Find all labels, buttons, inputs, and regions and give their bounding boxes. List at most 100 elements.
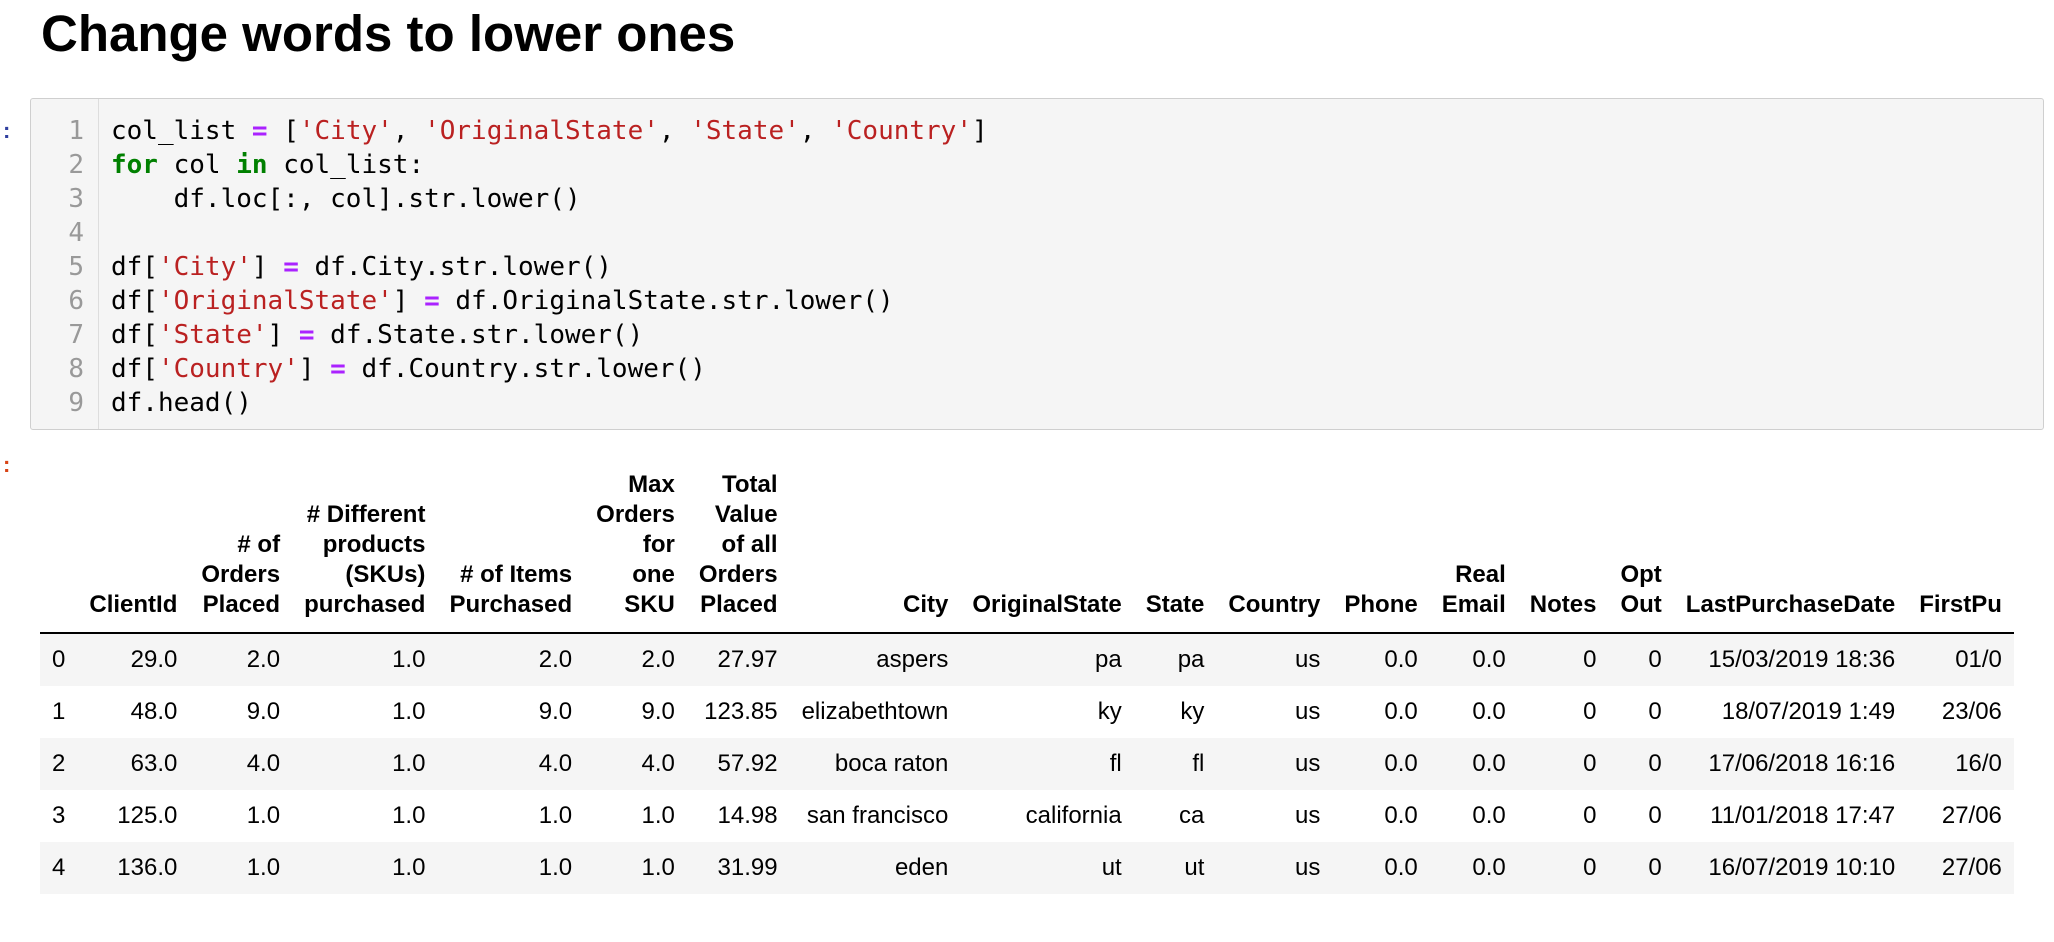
column-header: # of Orders Placed bbox=[189, 470, 293, 634]
column-header-text: FirstPu bbox=[1919, 591, 2002, 618]
column-header-text: OriginalState bbox=[972, 591, 1122, 618]
table-cell: 2.0 bbox=[538, 646, 573, 673]
column-header-text: Phone bbox=[1344, 591, 1418, 618]
column-header-text: # of Items bbox=[460, 561, 573, 588]
table-row: 1 48.0 9.0 1.0 9.0 9.0 123.85 elizabethtown ky ky… bbox=[40, 686, 2014, 738]
column-header: LastPurchaseDate bbox=[1673, 470, 1908, 634]
code-editor[interactable]: col_list = ['City', 'OriginalState', 'St… bbox=[111, 114, 988, 420]
column-header-text: Placed bbox=[700, 591, 778, 618]
column-header: State bbox=[1133, 470, 1217, 634]
table-cell: boca raton bbox=[834, 750, 949, 777]
code-token: = bbox=[251, 116, 268, 146]
column-header: Max Orders for one SKU bbox=[584, 470, 687, 634]
column-header-text: purchased bbox=[304, 591, 426, 618]
row-index: 0 bbox=[52, 646, 66, 673]
code-token: df[ bbox=[111, 354, 158, 384]
column-header-text: Email bbox=[1441, 591, 1506, 618]
column-header-text: Orders bbox=[698, 561, 778, 588]
row-index: 3 bbox=[52, 802, 66, 829]
code-token: ] bbox=[267, 320, 299, 350]
table-cell: fl bbox=[1192, 750, 1205, 777]
dataframe-output: ClientId # of Orders Placed # Different produ… bbox=[40, 470, 2034, 910]
table-cell: 0.0 bbox=[1472, 698, 1506, 725]
column-header: ClientId bbox=[77, 470, 190, 634]
code-line: df.head() bbox=[111, 386, 988, 420]
table-cell: 1.0 bbox=[392, 750, 426, 777]
column-header: OriginalState bbox=[960, 470, 1134, 634]
column-header-text: one bbox=[632, 561, 675, 588]
code-token: 'State' bbox=[157, 320, 268, 350]
row-index: 4 bbox=[52, 854, 66, 881]
table-cell: 0 bbox=[1648, 646, 1662, 673]
table-cell: 1.0 bbox=[246, 802, 281, 829]
column-header-text: # of bbox=[237, 531, 281, 558]
table-cell: 16/07/2019 10:10 bbox=[1708, 854, 1896, 881]
column-header-text: Total bbox=[722, 471, 778, 498]
table-cell: pa bbox=[1095, 646, 1122, 673]
column-header-text: Purchased bbox=[449, 591, 573, 618]
table-cell: 9.0 bbox=[641, 698, 675, 725]
table-cell: 29.0 bbox=[130, 646, 178, 673]
table-cell: 0.0 bbox=[1384, 802, 1418, 829]
table-cell: 125.0 bbox=[117, 802, 178, 829]
table-cell: 0.0 bbox=[1472, 750, 1506, 777]
table-cell: 4.0 bbox=[538, 750, 573, 777]
column-header-text: State bbox=[1145, 591, 1205, 618]
table-row: 2 63.0 4.0 1.0 4.0 4.0 57.92 boca raton fl fl us 0.… bbox=[40, 738, 2014, 790]
code-cell[interactable]: 123456789 col_list = ['City', 'OriginalS… bbox=[30, 98, 2044, 430]
code-token: = bbox=[283, 252, 299, 282]
column-header: FirstPu bbox=[1907, 470, 2014, 634]
column-header-text: Opt bbox=[1620, 561, 1662, 588]
code-token: = bbox=[424, 286, 440, 316]
column-header: City bbox=[789, 470, 961, 634]
code-token: col_list bbox=[111, 116, 252, 146]
code-token: 'City' bbox=[298, 116, 393, 146]
table-cell: 0 bbox=[1583, 750, 1597, 777]
table-cell: elizabethtown bbox=[801, 698, 949, 725]
table-row: 3 125.0 1.0 1.0 1.0 1.0 14.98 san francisco cali… bbox=[40, 790, 2014, 842]
table-cell: 1.0 bbox=[392, 646, 426, 673]
line-number: 6 bbox=[68, 286, 84, 316]
column-header: Opt Out bbox=[1608, 470, 1674, 634]
line-number: 7 bbox=[68, 320, 84, 350]
code-token: ] bbox=[251, 252, 284, 282]
table-cell: 1.0 bbox=[392, 854, 426, 881]
table-cell: 27/06 bbox=[1941, 854, 2002, 881]
section-heading: Change words to lower ones bbox=[41, 5, 736, 62]
code-line: df['City'] = df.City.str.lower() bbox=[111, 250, 988, 284]
column-header: # of Items Purchased bbox=[437, 470, 585, 634]
table-cell: 1.0 bbox=[392, 698, 426, 725]
code-line: df['Country'] = df.Country.str.lower() bbox=[111, 352, 988, 386]
column-header-text: SKU bbox=[624, 591, 675, 618]
output-prompt: : bbox=[3, 452, 11, 477]
table-cell: 31.99 bbox=[717, 854, 778, 881]
column-header-text: products bbox=[322, 531, 426, 558]
table-row: 4 136.0 1.0 1.0 1.0 1.0 31.99 eden ut ut us 0.0 0.0 0… bbox=[40, 842, 2014, 894]
row-index: 2 bbox=[52, 750, 66, 777]
table-cell: 0.0 bbox=[1472, 802, 1506, 829]
code-token: col bbox=[157, 150, 237, 180]
code-token: df[ bbox=[111, 320, 158, 350]
table-cell: pa bbox=[1177, 646, 1205, 673]
column-header-text: Max bbox=[628, 471, 675, 498]
column-header-text: Country bbox=[1228, 591, 1321, 618]
column-header: Real Email bbox=[1429, 470, 1518, 634]
table-cell: 1.0 bbox=[641, 802, 675, 829]
line-number: 8 bbox=[68, 354, 84, 384]
table-cell: 0.0 bbox=[1384, 750, 1418, 777]
code-token: [ bbox=[267, 116, 299, 146]
line-number: 4 bbox=[68, 218, 84, 248]
table-cell: 0.0 bbox=[1384, 646, 1418, 673]
table-cell: us bbox=[1295, 854, 1321, 881]
table-cell: 0 bbox=[1583, 802, 1597, 829]
code-token: 'Country' bbox=[157, 354, 299, 384]
table-row: 0 29.0 2.0 1.0 2.0 2.0 27.97 aspers pa pa us 0.0 0.0… bbox=[40, 633, 2014, 686]
table-cell: 1.0 bbox=[392, 802, 426, 829]
code-token: df[ bbox=[111, 252, 158, 282]
code-token: 'City' bbox=[157, 252, 252, 282]
column-header-text: ClientId bbox=[89, 591, 178, 618]
code-token: 'OriginalState' bbox=[424, 116, 659, 146]
code-line: df['State'] = df.State.str.lower() bbox=[111, 318, 988, 352]
table-cell: 48.0 bbox=[130, 698, 178, 725]
column-header: Notes bbox=[1517, 470, 1609, 634]
